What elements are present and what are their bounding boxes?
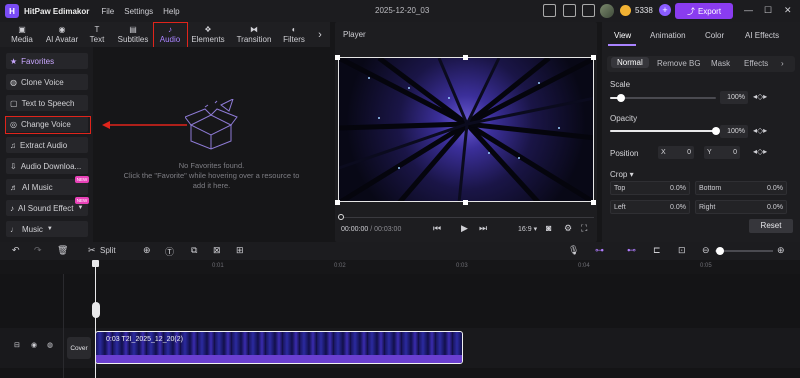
- undo-icon[interactable]: ↶: [12, 245, 20, 256]
- clip-label: 0:03 T2I_2025_12_20(2): [106, 336, 183, 343]
- ruler-tick: 0:05: [700, 263, 712, 269]
- play-icon[interactable]: ▶: [461, 223, 468, 234]
- fit-icon[interactable]: ⊡: [678, 245, 686, 256]
- forest-video-frame: [339, 58, 593, 201]
- player-progress-knob[interactable]: [338, 214, 344, 220]
- subtab-normal[interactable]: Normal: [611, 57, 649, 68]
- resize-handle[interactable]: [591, 55, 596, 60]
- tab-animation[interactable]: Animation: [650, 31, 686, 40]
- microphone-icon[interactable]: 🎙: [568, 245, 579, 256]
- video-clip[interactable]: 0:03 T2I_2025_12_20(2): [95, 331, 463, 364]
- fullscreen-icon[interactable]: ⛶: [581, 223, 587, 234]
- ruler-tick: 0:04: [578, 263, 590, 269]
- player-timecode: 00:00:00 / 00:03:00: [341, 226, 402, 233]
- active-tab-indicator: [608, 44, 636, 46]
- opacity-slider-knob[interactable]: [712, 127, 720, 135]
- next-frame-icon[interactable]: ⏭: [479, 223, 487, 234]
- scale-keyframe-icon[interactable]: ◂◇▸: [753, 92, 767, 101]
- delete-icon[interactable]: 🗑: [57, 245, 68, 256]
- clip-audio-bar: [96, 355, 462, 363]
- opacity-slider-fill: [610, 130, 716, 132]
- ruler-tick: 0:01: [212, 263, 224, 269]
- timeline-ruler[interactable]: 0 0:01 0:02 0:03 0:04 0:05: [0, 260, 800, 274]
- scale-value[interactable]: 100%: [720, 91, 748, 104]
- reset-button[interactable]: Reset: [749, 219, 793, 233]
- scale-slider[interactable]: [610, 97, 716, 99]
- prev-frame-icon[interactable]: ⏮: [433, 223, 441, 234]
- cover-button[interactable]: Cover: [67, 337, 91, 359]
- snapshot-icon[interactable]: ◙: [546, 223, 551, 233]
- opacity-value[interactable]: 100%: [720, 125, 748, 138]
- resize-handle[interactable]: [591, 200, 596, 205]
- player-panel: Player 00:00:00 / 00:03:00 ⏮ ▶ ⏭ 16:9 ▾ …: [335, 22, 597, 242]
- zoom-in-icon[interactable]: ⊕: [777, 245, 785, 256]
- zoom-slider-knob[interactable]: [716, 247, 724, 255]
- tab-view[interactable]: View: [614, 31, 631, 40]
- snap-icon[interactable]: ⊷: [627, 245, 636, 256]
- mute-track-icon[interactable]: ◍: [47, 341, 53, 349]
- opacity-keyframe-icon[interactable]: ◂◇▸: [753, 126, 767, 135]
- subtabs-scroll-icon[interactable]: ›: [781, 59, 784, 68]
- visibility-icon[interactable]: ◉: [31, 341, 37, 349]
- video-preview[interactable]: [338, 57, 594, 202]
- ruler-tick: 0:03: [456, 263, 468, 269]
- player-progress-track[interactable]: [338, 217, 594, 218]
- crop-bottom-field[interactable]: Bottom 0.0%: [695, 181, 787, 195]
- settings-icon[interactable]: ⚙: [564, 223, 572, 234]
- aspect-ratio-select[interactable]: 16:9 ▾: [518, 225, 537, 233]
- text-template-icon[interactable]: Ⓣ: [165, 245, 174, 258]
- properties-panel: View Animation Color AI Effects Normal R…: [602, 22, 800, 242]
- lock-track-icon[interactable]: ⊟: [14, 341, 20, 349]
- scale-label: Scale: [610, 80, 631, 89]
- tab-color[interactable]: Color: [705, 31, 724, 40]
- redo-icon[interactable]: ↷: [34, 245, 42, 256]
- crop-tool-icon[interactable]: ⧉: [191, 245, 197, 256]
- view-subtabs: Normal Remove BG Mask Effects ›: [607, 56, 795, 72]
- track-header-divider: [63, 274, 64, 378]
- resize-handle[interactable]: [335, 200, 340, 205]
- split-icon[interactable]: ✂: [88, 245, 96, 256]
- position-x-field[interactable]: X0: [658, 146, 694, 159]
- opacity-label: Opacity: [610, 114, 638, 123]
- position-keyframe-icon[interactable]: ◂◇▸: [753, 147, 767, 156]
- freeze-icon[interactable]: ⊠: [213, 245, 221, 256]
- resize-handle[interactable]: [463, 200, 468, 205]
- crop-top-field[interactable]: Top 0.0%: [610, 181, 690, 195]
- resize-handle[interactable]: [463, 55, 468, 60]
- speed-icon[interactable]: ⊞: [236, 245, 244, 256]
- timeline-toolbar: ↶ ↷ 🗑 ✂ Split ⊕ Ⓣ ⧉ ⊠ ⊞ 🎙 ⊶ ⊷ ⊏ ⊡ ⊖ ⊕: [0, 242, 800, 260]
- subtab-remove-bg[interactable]: Remove BG: [657, 59, 701, 68]
- zoom-out-icon[interactable]: ⊖: [702, 245, 710, 256]
- track-scroll-handle[interactable]: [92, 302, 100, 318]
- subtab-effects[interactable]: Effects: [744, 59, 768, 68]
- crop-left-field[interactable]: Left 0.0%: [610, 200, 690, 214]
- position-y-field[interactable]: Y0: [704, 146, 740, 159]
- player-title: Player: [343, 30, 366, 39]
- crop-right-field[interactable]: Right 0.0%: [695, 200, 787, 214]
- scale-slider-knob[interactable]: [617, 94, 625, 102]
- crop-label[interactable]: Crop ▾: [610, 170, 634, 179]
- position-label: Position: [610, 149, 639, 158]
- marker-icon[interactable]: ⊕: [143, 245, 151, 256]
- link-track-icon[interactable]: ⊶: [595, 245, 604, 256]
- magnet-icon[interactable]: ⊏: [653, 245, 661, 256]
- split-button[interactable]: Split: [100, 246, 116, 255]
- playhead-knob[interactable]: [92, 260, 99, 267]
- ruler-tick: 0:02: [334, 263, 346, 269]
- subtab-mask[interactable]: Mask: [711, 59, 730, 68]
- tab-ai-effects[interactable]: AI Effects: [745, 31, 779, 40]
- resize-handle[interactable]: [335, 55, 340, 60]
